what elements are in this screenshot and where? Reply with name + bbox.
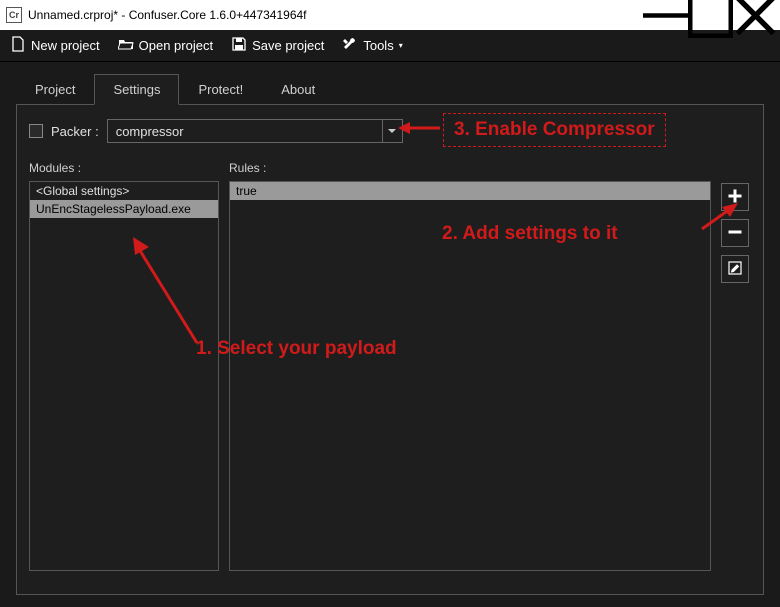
- list-item[interactable]: UnEncStagelessPayload.exe: [30, 200, 218, 218]
- title-bar: Cr Unnamed.crproj* - Confuser.Core 1.6.0…: [0, 0, 780, 30]
- tab-settings[interactable]: Settings: [94, 74, 179, 105]
- modules-column: Modules : <Global settings> UnEncStagele…: [29, 161, 219, 571]
- rules-label: Rules :: [229, 161, 711, 175]
- tools-button[interactable]: Tools ▾: [338, 34, 406, 57]
- chevron-down-icon[interactable]: [382, 120, 402, 142]
- settings-panel: Packer : compressor Modules : <Global se…: [16, 105, 764, 595]
- save-project-label: Save project: [252, 38, 324, 53]
- minimize-button[interactable]: [643, 0, 688, 30]
- list-item[interactable]: <Global settings>: [30, 182, 218, 200]
- tab-strip: Project Settings Protect! About: [16, 74, 764, 105]
- maximize-button[interactable]: [688, 0, 733, 30]
- tools-icon: [342, 36, 358, 55]
- modules-label: Modules :: [29, 161, 219, 175]
- main-content: Project Settings Protect! About Packer :…: [0, 62, 780, 607]
- rule-buttons: [721, 161, 751, 571]
- new-project-button[interactable]: New project: [6, 34, 104, 57]
- columns: Modules : <Global settings> UnEncStagele…: [29, 161, 751, 571]
- save-icon: [231, 36, 247, 55]
- chevron-down-icon: ▾: [399, 41, 403, 50]
- list-item[interactable]: true: [230, 182, 710, 200]
- save-project-button[interactable]: Save project: [227, 34, 328, 57]
- packer-value: compressor: [108, 120, 382, 142]
- file-new-icon: [10, 36, 26, 55]
- tab-protect[interactable]: Protect!: [179, 74, 262, 105]
- modules-list[interactable]: <Global settings> UnEncStagelessPayload.…: [29, 181, 219, 571]
- packer-select[interactable]: compressor: [107, 119, 403, 143]
- minus-icon: [728, 225, 742, 242]
- remove-rule-button[interactable]: [721, 219, 749, 247]
- rules-list[interactable]: true: [229, 181, 711, 571]
- close-button[interactable]: [733, 0, 778, 30]
- plus-icon: [728, 189, 742, 206]
- open-project-button[interactable]: Open project: [114, 34, 217, 57]
- add-rule-button[interactable]: [721, 183, 749, 211]
- tab-about[interactable]: About: [262, 74, 334, 105]
- packer-row: Packer : compressor: [29, 119, 751, 143]
- window-title: Unnamed.crproj* - Confuser.Core 1.6.0+44…: [28, 8, 643, 22]
- folder-open-icon: [118, 36, 134, 55]
- edit-rule-button[interactable]: [721, 255, 749, 283]
- tools-label: Tools: [363, 38, 393, 53]
- app-icon: Cr: [6, 7, 22, 23]
- rules-column: Rules : true: [229, 161, 711, 571]
- edit-icon: [728, 261, 742, 278]
- new-project-label: New project: [31, 38, 100, 53]
- tab-project[interactable]: Project: [16, 74, 94, 105]
- open-project-label: Open project: [139, 38, 213, 53]
- packer-checkbox[interactable]: [29, 124, 43, 138]
- packer-label: Packer :: [51, 124, 99, 139]
